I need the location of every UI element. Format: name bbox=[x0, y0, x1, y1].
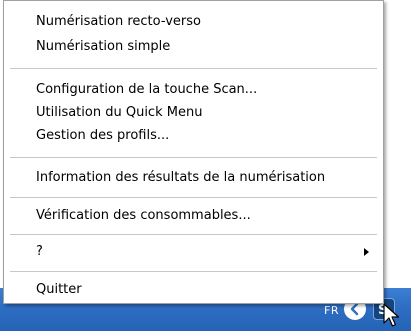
menu-item-simple-scan[interactable]: Numérisation simple bbox=[5, 36, 382, 58]
menu-item-duplex-scan[interactable]: Numérisation recto-verso bbox=[5, 11, 382, 33]
menu-item-help[interactable]: ? bbox=[5, 241, 382, 263]
mouse-pointer-icon bbox=[383, 303, 400, 327]
language-indicator[interactable]: FR bbox=[324, 304, 339, 317]
submenu-arrow-icon bbox=[364, 248, 369, 256]
menu-separator bbox=[10, 68, 377, 69]
menu-separator bbox=[10, 157, 377, 158]
menu-item-quick-menu[interactable]: Utilisation du Quick Menu bbox=[5, 102, 382, 124]
menu-item-scan-button-config[interactable]: Configuration de la touche Scan... bbox=[5, 79, 382, 101]
menu-separator bbox=[10, 271, 377, 272]
context-menu: Numérisation recto-verso Numérisation si… bbox=[3, 0, 384, 304]
menu-item-scan-results-info[interactable]: Information des résultats de la numérisa… bbox=[5, 167, 382, 189]
menu-item-quit[interactable]: Quitter bbox=[5, 279, 382, 301]
menu-separator bbox=[10, 234, 377, 235]
menu-item-consumables-check[interactable]: Vérification des consommables... bbox=[5, 205, 382, 227]
menu-item-profile-management[interactable]: Gestion des profils... bbox=[5, 125, 382, 147]
menu-separator bbox=[10, 197, 377, 198]
